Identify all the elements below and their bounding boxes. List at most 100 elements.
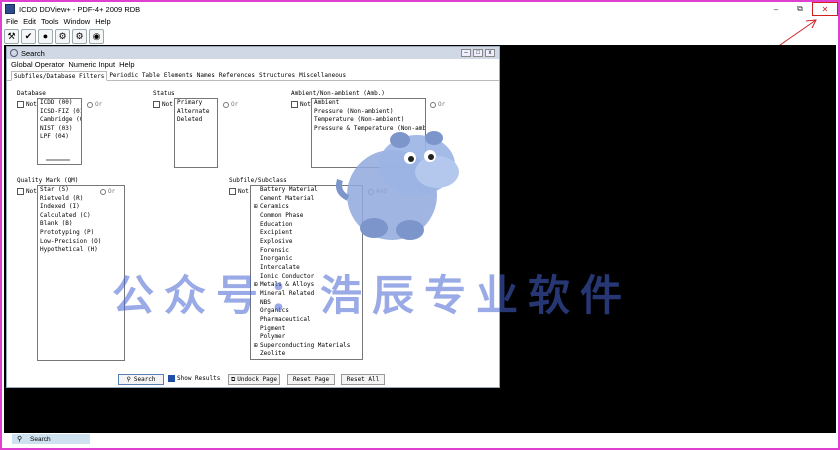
horizontal-scrollbar[interactable] [46, 159, 70, 161]
subfile-tree[interactable]: Battery Material Cement Material ⊞ Cerami… [250, 185, 363, 360]
undock-page-button[interactable]: ⧉ Undock Page [228, 374, 280, 385]
list-item[interactable]: Primary [175, 99, 217, 108]
quality-not-checkbox[interactable]: Not [17, 188, 37, 195]
list-item[interactable]: Calculated (C) [38, 212, 124, 221]
restore-icon[interactable]: □ [473, 49, 483, 57]
close-icon[interactable]: x [485, 49, 495, 57]
ambient-not-checkbox[interactable]: Not [291, 101, 311, 108]
app-icon [5, 4, 15, 14]
status-label: Status [153, 90, 175, 97]
restore-button[interactable]: ⧉ [788, 2, 812, 16]
tab-references[interactable]: References [217, 70, 257, 80]
list-item[interactable]: Hypothetical (H) [38, 246, 124, 255]
tab-periodic-table[interactable]: Periodic Table [107, 70, 162, 80]
show-results-checkbox[interactable]: Show Results [168, 375, 220, 382]
tree-item-label: Excipient [260, 229, 293, 237]
list-item[interactable]: ICDD (00) [38, 99, 81, 108]
list-item[interactable]: Pressure (Non-ambient) [312, 108, 425, 117]
tree-item[interactable]: Common Phase [251, 212, 362, 221]
ambient-or-label: Or [438, 101, 446, 108]
reset-all-button[interactable]: Reset All [341, 374, 385, 385]
subfile-not-checkbox[interactable]: Not [229, 188, 249, 195]
quality-or-label: Or [108, 188, 116, 195]
quality-or-radio[interactable]: Or [100, 188, 115, 195]
tree-item[interactable]: Inorganic [251, 255, 362, 264]
search-db-icon[interactable]: ◉ [89, 28, 104, 44]
tree-item[interactable]: Intercalate [251, 264, 362, 273]
menu-bar: File Edit Tools Window Help [2, 16, 838, 27]
menu-tools[interactable]: Tools [41, 17, 59, 26]
list-item[interactable]: Prototyping (P) [38, 229, 124, 238]
tab-elements[interactable]: Elements [162, 70, 195, 80]
status-list[interactable]: Primary Alternate Deleted [174, 98, 218, 168]
subfile-and-label: And [376, 188, 387, 195]
tree-item-label: Zeolite [260, 350, 286, 358]
menu-search-help[interactable]: Help [119, 60, 134, 69]
menu-numeric-input[interactable]: Numeric Input [68, 60, 115, 69]
tree-item[interactable]: Explosive [251, 238, 362, 247]
list-item[interactable]: Temperature (Non-ambient) [312, 116, 425, 125]
tree-item[interactable]: Zeolite [251, 350, 362, 359]
status-or-radio[interactable]: Or [223, 101, 238, 108]
tree-item-label: Superconducting Materials [260, 341, 351, 349]
list-item[interactable]: LPF (04) [38, 133, 81, 142]
tab-subfiles-database-filters[interactable]: Subfiles/Database Filters [11, 71, 108, 81]
tree-item[interactable]: Polymer [251, 333, 362, 342]
list-item[interactable]: Low-Precision (O) [38, 238, 124, 247]
close-button[interactable]: ✕ [812, 2, 838, 16]
list-item[interactable]: Ambient [312, 99, 425, 108]
tree-item[interactable]: Ionic Conductor [251, 273, 362, 282]
tree-item[interactable]: Pigment [251, 325, 362, 334]
tab-miscellaneous[interactable]: Miscellaneous [297, 70, 348, 80]
tree-item[interactable]: Pharmaceutical [251, 316, 362, 325]
gear-icon[interactable]: ⚙ [72, 28, 87, 44]
ambient-or-radio[interactable]: Or [430, 101, 445, 108]
tree-item[interactable]: ⊞ Metals & Alloys [251, 281, 362, 290]
quality-list[interactable]: Star (S) Rietveld (R) Indexed (I) Calcul… [37, 185, 125, 361]
database-not-checkbox[interactable]: Not [17, 101, 37, 108]
tree-item-label: Pigment [260, 324, 286, 332]
globe-icon[interactable]: ● [38, 28, 53, 44]
menu-help[interactable]: Help [95, 17, 110, 26]
database-list[interactable]: ICDD (00) ICSD-FIZ (01) Cambridge (02 NI… [37, 98, 82, 165]
database-or-radio[interactable]: Or [87, 101, 102, 108]
reset-page-button[interactable]: Reset Page [287, 374, 335, 385]
menu-window[interactable]: Window [64, 17, 91, 26]
tree-item[interactable]: Forensic [251, 247, 362, 256]
minimize-icon[interactable]: – [461, 49, 471, 57]
minimize-button[interactable]: – [764, 2, 788, 16]
tree-item[interactable]: ⊞ Ceramics [251, 203, 362, 212]
status-not-checkbox[interactable]: Not [153, 101, 173, 108]
list-item[interactable]: ICSD-FIZ (01) [38, 108, 81, 117]
search-button[interactable]: ⚲ Search [118, 374, 164, 385]
tree-item[interactable]: Excipient [251, 229, 362, 238]
list-item[interactable]: Alternate [175, 108, 217, 117]
tree-item[interactable]: Battery Material [251, 186, 362, 195]
settings-icon[interactable]: ⚙ [55, 28, 70, 44]
tree-item[interactable]: Education [251, 221, 362, 230]
ambient-list[interactable]: Ambient Pressure (Non-ambient) Temperatu… [311, 98, 426, 168]
menu-edit[interactable]: Edit [23, 17, 36, 26]
tab-names[interactable]: Names [195, 70, 217, 80]
list-item[interactable]: NIST (03) [38, 125, 81, 134]
tree-item[interactable]: Cement Material [251, 195, 362, 204]
subfile-and-radio[interactable]: And [368, 188, 387, 195]
tree-item[interactable]: Mineral Related [251, 290, 362, 299]
tab-structures[interactable]: Structures [257, 70, 297, 80]
list-item[interactable]: Deleted [175, 116, 217, 125]
checklist-icon[interactable]: ✔ [21, 28, 36, 44]
list-item[interactable]: Rietveld (R) [38, 195, 124, 204]
status-tab-search[interactable]: ⚲ Search [12, 434, 90, 444]
tree-item[interactable]: ⊞ Superconducting Materials [251, 342, 362, 351]
menu-global-operator[interactable]: Global Operator [11, 60, 64, 69]
tree-item-label: Organics [260, 307, 289, 315]
list-item[interactable]: Cambridge (02 [38, 116, 81, 125]
tree-item[interactable]: NBS [251, 299, 362, 308]
tree-item[interactable]: Organics [251, 307, 362, 316]
tools-icon[interactable]: ⚒ [4, 28, 19, 44]
menu-file[interactable]: File [6, 17, 18, 26]
list-item[interactable]: Blank (B) [38, 220, 124, 229]
list-item[interactable]: Indexed (I) [38, 203, 124, 212]
search-icon: ⚲ [126, 376, 131, 383]
list-item[interactable]: Pressure & Temperature (Non-ambient) [312, 125, 425, 134]
